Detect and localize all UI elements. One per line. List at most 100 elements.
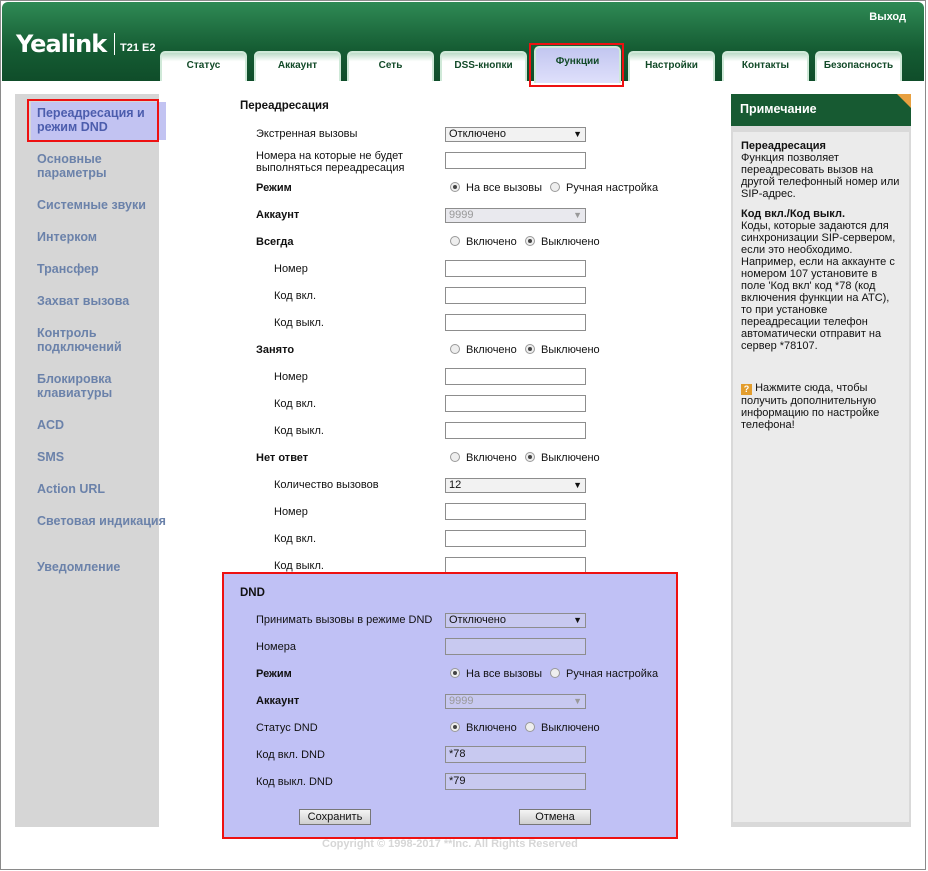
always-number-input[interactable] [445,260,586,277]
dnd-status-off-label: Выключено [541,722,600,734]
sidebar-item-tones[interactable]: Системные звуки [37,198,167,212]
noanswer-rings-label: Количество вызовов [274,479,379,491]
sidebar-item-notification[interactable]: Уведомление [37,560,167,574]
noanswer-rings-value: 12 [449,479,462,491]
busy-on-label: Включено [466,344,517,356]
note-heading-forward: Переадресация [741,140,826,152]
dnd-mode-all-label: На все вызовы [466,668,543,680]
forward-title: Переадресация [240,100,329,112]
sidebar-item-keypad-lock[interactable]: Блокировка клавиатуры [37,372,167,400]
dnd-mode-custom-label: Ручная настройка [566,668,659,680]
dnd-status-label: Статус DND [256,722,318,734]
forward-account-value: 9999 [449,209,474,221]
noanswer-code-on-label: Код вкл. [274,533,317,545]
forward-account-select[interactable]: 9999 ▼ [445,208,586,223]
always-label: Всегда [256,236,294,248]
forward-mode-all-label: На все вызовы [466,182,543,194]
note-title: Примечание [731,94,911,126]
busy-code-on-label: Код вкл. [274,398,317,410]
dnd-status-off-radio[interactable] [525,722,535,732]
always-on-radio[interactable] [450,236,460,246]
dnd-mode-all-radio[interactable] [450,668,460,678]
sidebar-item-remote-control[interactable]: Контроль подключений [37,326,167,354]
sidebar-item-acd[interactable]: ACD [37,418,167,432]
dnd-numbers-label: Номера [256,641,296,653]
sidebar-item-led[interactable]: Световая индикация [37,514,167,528]
cancel-button[interactable]: Отмена [519,809,591,825]
note-panel: Примечание Переадресация Функция позволяе… [731,94,911,827]
dnd-accept-select[interactable]: Отключено ▼ [445,613,586,628]
tab-settings[interactable]: Настройки [628,51,715,81]
forward-mode-custom-radio[interactable] [550,182,560,192]
dnd-account-select[interactable]: 9999 ▼ [445,694,586,709]
always-code-on-input[interactable] [445,287,586,304]
dnd-status-on-radio[interactable] [450,722,460,732]
always-code-off-input[interactable] [445,314,586,331]
busy-number-label: Номер [274,371,308,383]
copyright-footer: Copyright © 1998-2017 **Inc. All Rights … [322,838,578,850]
always-number-label: Номер [274,263,308,275]
noanswer-code-off-input[interactable] [445,557,586,574]
note-body: Переадресация Функция позволяет переадрес… [733,132,909,822]
forward-account-label: Аккаунт [256,209,300,221]
dnd-mode-label: Режим [256,668,292,680]
noanswer-rings-select[interactable]: 12 ▼ [445,478,586,493]
always-code-on-label: Код вкл. [274,290,317,302]
noanswer-number-input[interactable] [445,503,586,520]
dnd-code-on-label: Код вкл. DND [256,749,325,761]
noanswer-on-radio[interactable] [450,452,460,462]
dnd-numbers-input[interactable] [445,638,586,655]
noanswer-off-label: Выключено [541,452,600,464]
logout-link[interactable]: Выход [869,11,906,23]
dnd-code-off-label: Код выкл. DND [256,776,333,788]
sidebar-item-forward-dnd[interactable]: Переадресация и режим DND [31,102,169,140]
tab-network[interactable]: Сеть [347,51,434,81]
busy-off-radio[interactable] [525,344,535,354]
chevron-down-icon: ▼ [573,615,582,625]
sidebar-item-action-url[interactable]: Action URL [37,482,167,496]
sidebar-item-call-pickup[interactable]: Захват вызова [37,294,167,308]
sidebar-item-intercom[interactable]: Интерком [37,230,167,244]
chevron-down-icon: ▼ [573,129,582,139]
noanswer-off-radio[interactable] [525,452,535,462]
tab-status[interactable]: Статус [160,51,247,81]
noanswer-code-off-label: Код выкл. [274,560,324,572]
help-icon: ? [741,384,752,395]
dnd-title: DND [240,587,265,599]
forward-mode-all-radio[interactable] [450,182,460,192]
emergency-select[interactable]: Отключено ▼ [445,127,586,142]
exceptions-input[interactable] [445,152,586,169]
dnd-code-off-input[interactable]: *79 [445,773,586,790]
dnd-account-value: 9999 [449,695,474,707]
dnd-code-on-input[interactable]: *78 [445,746,586,763]
dnd-status-on-label: Включено [466,722,517,734]
always-off-radio[interactable] [525,236,535,246]
chevron-down-icon: ▼ [573,210,582,220]
tab-account[interactable]: Аккаунт [254,51,341,81]
dnd-account-label: Аккаунт [256,695,300,707]
busy-on-radio[interactable] [450,344,460,354]
logo-divider [114,33,115,55]
tab-features[interactable]: Функции [534,46,621,83]
save-button[interactable]: Сохранить [299,809,371,825]
sidebar: Переадресация и режим DND Основные парам… [15,94,169,827]
chevron-down-icon: ▼ [573,696,582,706]
noanswer-on-label: Включено [466,452,517,464]
model-label: T21 E2 [120,42,156,54]
busy-number-input[interactable] [445,368,586,385]
chevron-down-icon: ▼ [573,480,582,490]
noanswer-code-on-input[interactable] [445,530,586,547]
dnd-mode-custom-radio[interactable] [550,668,560,678]
tab-dss-keys[interactable]: DSS-кнопки [440,51,527,81]
emergency-label: Экстренная вызовы [256,128,358,140]
sidebar-item-sms[interactable]: SMS [37,450,167,464]
tab-contacts[interactable]: Контакты [722,51,809,81]
dnd-accept-label: Принимать вызовы в режиме DND [256,614,433,626]
sidebar-item-general[interactable]: Основные параметры [37,152,167,180]
tab-security[interactable]: Безопасность [815,51,902,81]
busy-code-on-input[interactable] [445,395,586,412]
busy-code-off-input[interactable] [445,422,586,439]
note-help-link[interactable]: Нажмите сюда, чтобы получить дополнитель… [741,382,879,431]
sidebar-item-transfer[interactable]: Трансфер [37,262,167,276]
note-corner-icon [897,94,911,108]
